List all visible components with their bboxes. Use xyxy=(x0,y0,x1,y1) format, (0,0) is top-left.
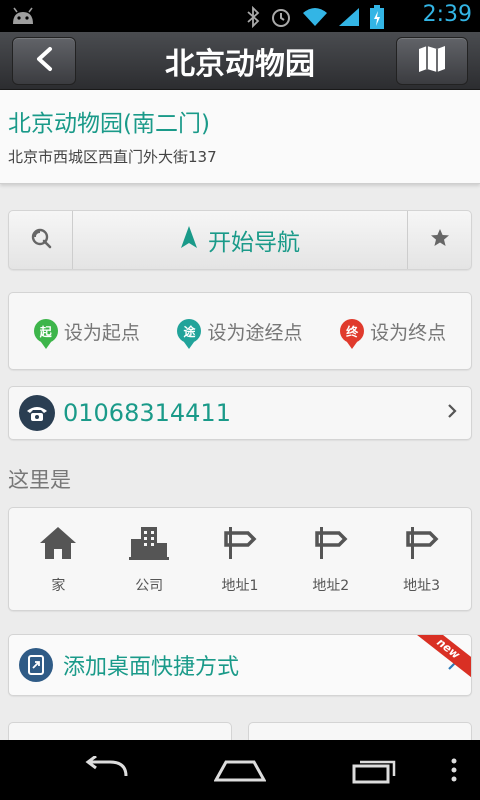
start-navigation-label: 开始导航 xyxy=(208,230,300,256)
signpost-icon xyxy=(405,523,439,567)
phone-icon xyxy=(19,395,55,431)
set-destination-button[interactable]: 终 设为终点 xyxy=(340,318,447,349)
here-item-address1[interactable]: 地址1 xyxy=(200,523,280,595)
star-icon xyxy=(430,228,450,252)
map-icon xyxy=(417,45,447,77)
menu-overflow-icon[interactable] xyxy=(450,756,458,788)
here-item-label: 地址1 xyxy=(221,578,259,594)
destination-pin-icon: 终 xyxy=(340,319,365,349)
shortcut-icon xyxy=(19,648,53,682)
bluetooth-icon xyxy=(246,5,260,32)
home-nav-icon[interactable] xyxy=(213,756,267,788)
set-destination-label: 设为终点 xyxy=(370,321,447,344)
search-nearby-icon xyxy=(29,226,53,254)
here-item-address3[interactable]: 地址3 xyxy=(382,523,462,595)
title-bar: 北京动物园 xyxy=(0,32,480,90)
phone-row[interactable]: 01068314411 xyxy=(8,386,472,440)
route-options: 起 设为起点 途 设为途经点 终 设为终点 xyxy=(8,292,472,370)
start-navigation-button[interactable]: 开始导航 xyxy=(73,211,407,269)
set-waypoint-button[interactable]: 途 设为途经点 xyxy=(177,318,303,349)
here-item-company[interactable]: 公司 xyxy=(109,523,189,595)
search-nearby-button[interactable] xyxy=(9,211,73,269)
set-waypoint-label: 设为途经点 xyxy=(207,321,303,344)
alarm-icon xyxy=(270,6,292,32)
company-icon xyxy=(127,523,171,567)
place-header: 北京动物园(南二门) 北京市西城区西直门外大街137 xyxy=(0,90,480,184)
here-item-label: 公司 xyxy=(135,578,164,594)
here-item-label: 地址2 xyxy=(312,578,350,594)
set-start-label: 设为起点 xyxy=(63,321,140,344)
here-item-label: 家 xyxy=(51,578,66,594)
signpost-icon xyxy=(223,523,257,567)
signal-icon xyxy=(338,7,360,31)
navigation-bar: 开始导航 xyxy=(8,210,472,270)
here-item-address2[interactable]: 地址2 xyxy=(291,523,371,595)
system-navigation-bar xyxy=(0,740,480,800)
status-bar: 2:39 xyxy=(0,0,480,32)
favorite-button[interactable] xyxy=(407,211,471,269)
wifi-icon xyxy=(302,7,328,31)
chevron-right-icon xyxy=(447,403,457,423)
navigation-arrow-icon xyxy=(180,225,198,255)
place-name: 北京动物园(南二门) xyxy=(8,111,210,137)
waypoint-pin-icon: 途 xyxy=(177,319,202,349)
here-item-home[interactable]: 家 xyxy=(18,523,98,595)
signpost-icon xyxy=(314,523,348,567)
here-options: 家 公司 地址1 地址2 地址3 xyxy=(8,507,472,611)
place-address: 北京市西城区西直门外大街137 xyxy=(8,148,217,166)
android-notification-icon xyxy=(10,6,36,30)
phone-number: 01068314411 xyxy=(63,399,231,427)
add-shortcut-button[interactable]: 添加桌面快捷方式 new xyxy=(8,634,472,696)
battery-charging-icon xyxy=(370,5,384,33)
start-pin-icon: 起 xyxy=(33,319,58,349)
here-item-label: 地址3 xyxy=(403,578,441,594)
home-icon xyxy=(38,523,78,567)
here-section-title: 这里是 xyxy=(8,468,71,492)
back-nav-icon[interactable] xyxy=(82,754,130,788)
set-start-button[interactable]: 起 设为起点 xyxy=(33,318,140,349)
clock: 2:39 xyxy=(422,2,472,27)
recent-apps-icon[interactable] xyxy=(350,756,398,788)
map-button[interactable] xyxy=(396,37,468,85)
add-shortcut-label: 添加桌面快捷方式 xyxy=(63,655,240,680)
